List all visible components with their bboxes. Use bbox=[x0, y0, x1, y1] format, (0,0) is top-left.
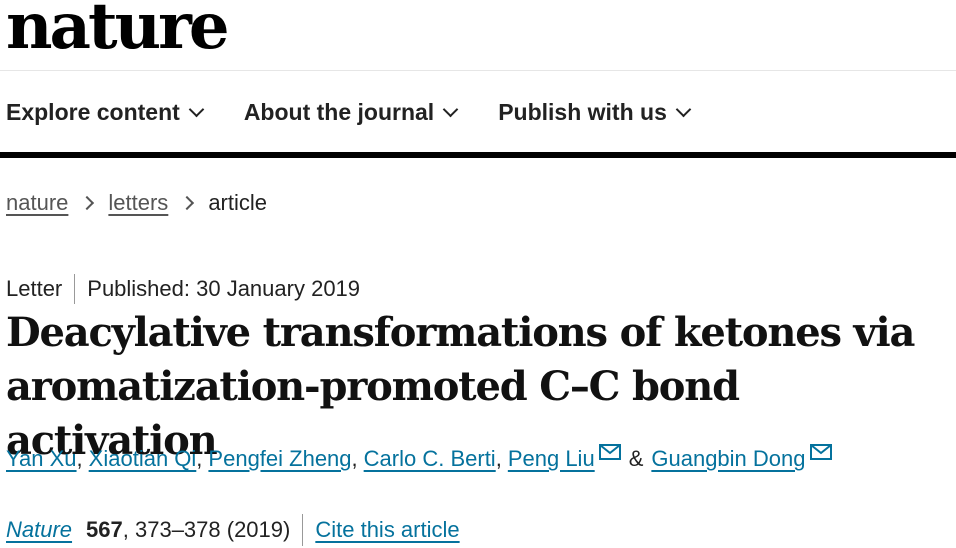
citation-line: Nature 567 , 373–378 (2019) Cite this ar… bbox=[6, 514, 460, 546]
nav-explore-content[interactable]: Explore content bbox=[6, 98, 205, 126]
breadcrumb-letters[interactable]: letters bbox=[108, 190, 168, 216]
nav-publish-with-us-label: Publish with us bbox=[498, 98, 667, 125]
author-link[interactable]: Yan Xu bbox=[6, 446, 77, 472]
author-link[interactable]: Pengfei Zheng bbox=[208, 446, 351, 472]
breadcrumb: nature letters article bbox=[6, 190, 267, 216]
author-link[interactable]: Peng Liu bbox=[508, 446, 595, 472]
chevron-down-icon bbox=[675, 101, 692, 117]
nav-publish-with-us[interactable]: Publish with us bbox=[498, 98, 692, 126]
cite-this-article-link[interactable]: Cite this article bbox=[315, 517, 459, 543]
author-separator: , bbox=[351, 446, 358, 471]
author-separator: , bbox=[495, 446, 502, 471]
chevron-right-icon bbox=[80, 195, 95, 211]
nav-about-journal[interactable]: About the journal bbox=[243, 98, 459, 126]
nav-divider bbox=[0, 152, 956, 158]
author-separator: , bbox=[196, 446, 203, 471]
journal-pages-year: , 373–378 (2019) bbox=[122, 517, 291, 542]
mail-icon[interactable] bbox=[598, 444, 621, 460]
author-link[interactable]: Xiaotian Qi bbox=[89, 446, 197, 472]
chevron-down-icon bbox=[188, 101, 205, 117]
author-link[interactable]: Guangbin Dong bbox=[651, 446, 805, 472]
article-type: Letter bbox=[6, 276, 63, 301]
nav-about-journal-label: About the journal bbox=[243, 98, 435, 125]
author-conjunction: & bbox=[628, 446, 644, 471]
author-separator: , bbox=[76, 446, 83, 471]
author-link[interactable]: Carlo C. Berti bbox=[364, 446, 496, 472]
article-meta: Letter Published: 30 January 2019 bbox=[6, 274, 360, 304]
author-list: Yan Xu, Xiaotian Qi, Pengfei Zheng, Carl… bbox=[6, 444, 832, 472]
meta-divider bbox=[74, 274, 76, 304]
nature-logo[interactable]: nature bbox=[6, 0, 230, 62]
citation-divider bbox=[302, 514, 304, 546]
published-date: Published: 30 January 2019 bbox=[87, 276, 361, 301]
journal-link[interactable]: Nature bbox=[6, 517, 72, 543]
journal-volume: 567 bbox=[86, 517, 123, 542]
site-header: nature bbox=[0, 0, 956, 71]
chevron-right-icon bbox=[180, 195, 195, 211]
breadcrumb-nature[interactable]: nature bbox=[6, 190, 68, 216]
chevron-down-icon bbox=[442, 101, 459, 117]
main-nav: Explore content About the journal Publis… bbox=[6, 92, 731, 132]
mail-icon[interactable] bbox=[809, 444, 832, 460]
nav-explore-content-label: Explore content bbox=[6, 98, 180, 125]
breadcrumb-article: article bbox=[208, 190, 267, 215]
